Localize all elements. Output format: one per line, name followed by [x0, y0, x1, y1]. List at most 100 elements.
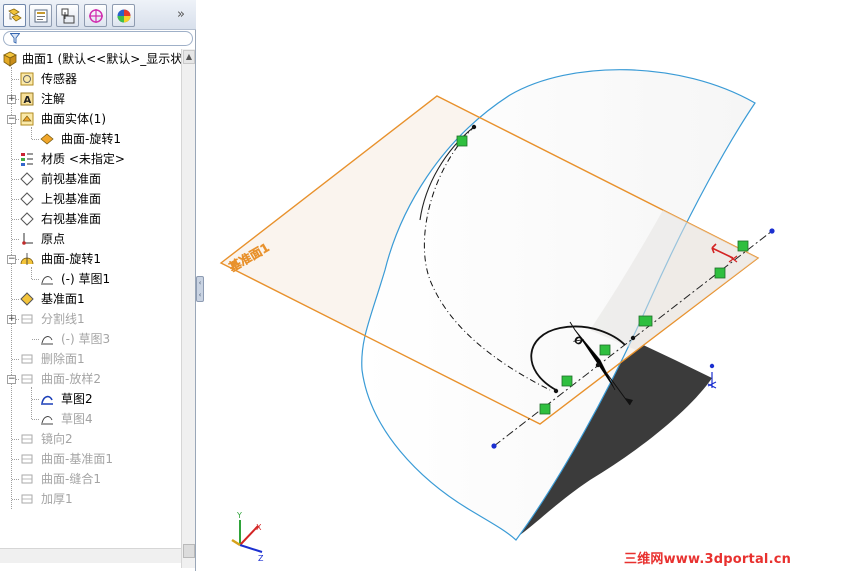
tree-item[interactable]: 上视基准面: [0, 189, 181, 209]
tree-item[interactable]: (-) 草图1: [0, 269, 181, 289]
origin-icon: [22, 233, 33, 245]
material-icon: [21, 153, 33, 166]
axis-endpoint[interactable]: [769, 228, 775, 234]
axis-endpoint[interactable]: [491, 443, 497, 449]
tree-item[interactable]: 原点: [0, 229, 181, 249]
tree-item[interactable]: − 曲面实体(1): [0, 109, 181, 129]
sensor-icon: [20, 72, 34, 86]
split-line-icon: [21, 314, 33, 324]
thicken-icon: [21, 494, 33, 504]
sketch-icon: [41, 395, 53, 405]
tree-expand-toggle[interactable]: −: [7, 255, 16, 264]
plane-icon: [20, 212, 34, 226]
loft-icon: [21, 374, 33, 384]
tree-item-label: 曲面实体(1): [41, 112, 106, 126]
tree-item[interactable]: 曲面-缝合1: [0, 469, 181, 489]
surface-bodies-icon: [20, 112, 34, 126]
tree-expand-toggle[interactable]: +: [7, 95, 16, 104]
tree-item-label: 右视基准面: [41, 212, 102, 226]
tree-item-label: 删除面1: [41, 352, 85, 366]
planar-surface-icon: [21, 454, 33, 464]
display-manager-tab[interactable]: [112, 4, 135, 27]
annotation-icon: A: [20, 92, 34, 106]
sketch-icon: [41, 416, 53, 425]
tree-item-label: 上视基准面: [41, 192, 102, 206]
tree-item-label: (-) 草图1: [61, 272, 111, 286]
delete-face-icon: [21, 354, 33, 364]
tree-item[interactable]: 草图2: [0, 389, 181, 409]
tree-item-label: 曲面-缝合1: [41, 472, 101, 486]
svg-text:A: A: [24, 95, 32, 106]
tree-horizontal-scrollbar[interactable]: [0, 548, 181, 563]
sketch-point[interactable]: [471, 124, 477, 130]
reference-triad-icon: [707, 363, 717, 389]
tree-item[interactable]: 曲面-基准面1: [0, 449, 181, 469]
solidworks-window: » 曲面1 (默认<<默认>_显示状 传感器 + A 注解 − 曲面实体(1) 曲面-旋转1 材…: [0, 0, 846, 571]
triad-y-label: Y: [236, 511, 242, 520]
dimxpert-icon: [89, 9, 103, 23]
configuration-icon: [61, 8, 75, 24]
color-wheel-icon: [117, 9, 131, 23]
tree-connector: [12, 179, 19, 180]
tree-root-label: 曲面1 (默认<<默认>_显示状: [22, 52, 181, 66]
panel-collapse-handle[interactable]: ‹ ‹: [196, 276, 204, 302]
tree-connector: [32, 279, 39, 280]
tree-item[interactable]: 基准面1: [0, 289, 181, 309]
tree-item[interactable]: 前视基准面: [0, 169, 181, 189]
manager-tab-bar: »: [0, 0, 196, 30]
feature-manager-panel: » 曲面1 (默认<<默认>_显示状 传感器 + A 注解 − 曲面实体(1) 曲面-旋转1 材…: [0, 0, 196, 571]
tree-expand-toggle[interactable]: −: [7, 375, 16, 384]
sketch-point[interactable]: [630, 335, 636, 341]
sketch-point[interactable]: [553, 388, 559, 394]
tree-connector: [32, 419, 39, 420]
tree-connector: [12, 439, 19, 440]
coincident-relation-icon[interactable]: [714, 267, 726, 279]
tree-item[interactable]: 右视基准面: [0, 209, 181, 229]
tree-item[interactable]: (-) 草图3: [0, 329, 181, 349]
scroll-thumb[interactable]: [183, 544, 195, 558]
configuration-manager-tab[interactable]: [56, 4, 79, 27]
tree-item[interactable]: 加厚1: [0, 489, 181, 509]
sketch-icon: [41, 336, 53, 345]
tree-item-label: (-) 草图3: [61, 332, 111, 346]
tree-expand-toggle[interactable]: −: [7, 115, 16, 124]
tree-connector: [12, 479, 19, 480]
dimxpert-manager-tab[interactable]: [84, 4, 107, 27]
sketch-icon: [41, 276, 53, 285]
tree-connector: [12, 79, 19, 80]
horizontal-relation-icon[interactable]: [638, 315, 653, 327]
tree-item[interactable]: 曲面-旋转1: [0, 129, 181, 149]
tree-item[interactable]: − 曲面-旋转1: [0, 249, 181, 269]
tree-expand-toggle[interactable]: +: [7, 315, 16, 324]
scroll-up-arrow[interactable]: ▲: [183, 50, 195, 64]
tree-item[interactable]: + 分割线1: [0, 309, 181, 329]
tree-filter-input[interactable]: [3, 31, 193, 46]
orientation-triad: Y X Z: [231, 511, 264, 563]
feature-manager-tab[interactable]: [3, 4, 26, 27]
coincident-relation-icon[interactable]: [456, 135, 468, 147]
sketch-point[interactable]: [595, 362, 601, 368]
tree-item[interactable]: 镜向2: [0, 429, 181, 449]
tree-item[interactable]: − 曲面-放样2: [0, 369, 181, 389]
expand-tabs-button[interactable]: »: [177, 7, 185, 22]
tree-item-label: 前视基准面: [41, 172, 102, 186]
tree-item[interactable]: 删除面1: [0, 349, 181, 369]
tree-item[interactable]: 传感器: [0, 69, 181, 89]
model-view: 基准面1 Ø Y X Z: [219, 69, 775, 563]
coincident-relation-icon[interactable]: [737, 240, 749, 252]
tree-bottom-area: [0, 511, 181, 568]
tree-vertical-scrollbar[interactable]: ▲: [181, 49, 195, 568]
property-manager-tab[interactable]: [29, 4, 52, 27]
tree-item[interactable]: 草图4: [0, 409, 181, 429]
plane-icon: [20, 192, 34, 206]
tree-root-part[interactable]: 曲面1 (默认<<默认>_显示状: [0, 49, 181, 69]
tree-item-label: 基准面1: [41, 292, 85, 306]
graphics-viewport[interactable]: 基准面1 Ø Y X Z: [205, 0, 846, 571]
filter-icon: [10, 33, 20, 44]
tree-item-label: 草图2: [61, 392, 93, 406]
coincident-relation-icon[interactable]: [561, 375, 573, 387]
coincident-relation-icon[interactable]: [599, 344, 611, 356]
tree-item[interactable]: + A 注解: [0, 89, 181, 109]
coincident-relation-icon[interactable]: [539, 403, 551, 415]
tree-item[interactable]: 材质 <未指定>: [0, 149, 181, 169]
